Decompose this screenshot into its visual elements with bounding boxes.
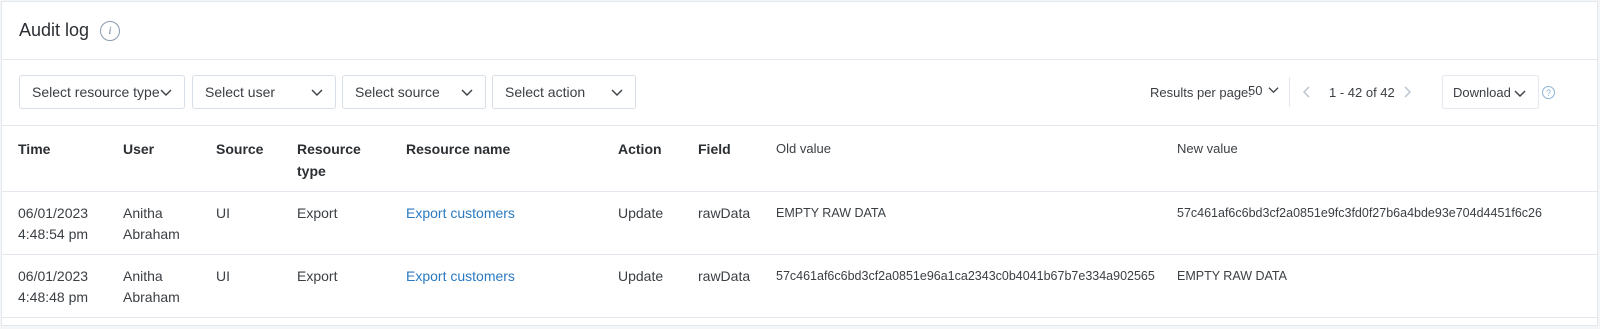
chevron-left-icon[interactable]: [1302, 85, 1312, 102]
pagination-range: 1 - 42 of 42: [1329, 85, 1395, 100]
resource-name-link[interactable]: Export customers: [406, 268, 515, 284]
cell-old-value: 57c461af6c6bd3cf2a0851e96a1ca2343c0b4041…: [776, 269, 1155, 283]
column-header-resource-name[interactable]: Resource name: [406, 138, 510, 160]
cell-source: UI: [216, 268, 230, 284]
cell-resource-type: Export: [297, 205, 338, 221]
cell-user-first: Anitha: [123, 205, 163, 221]
cell-user-last: Abraham: [123, 289, 180, 305]
source-filter-label: Select source: [355, 84, 440, 100]
resource-type-filter[interactable]: Select resource type: [19, 75, 185, 109]
user-filter[interactable]: Select user: [192, 75, 336, 109]
table-row[interactable]: 06/01/2023 4:48:54 pm Anitha Abraham UI …: [2, 192, 1597, 255]
action-filter[interactable]: Select action: [492, 75, 636, 109]
column-header-user[interactable]: User: [123, 138, 154, 160]
column-header-old-value[interactable]: Old value: [776, 138, 831, 160]
cell-time: 06/01/2023 4:48:48 pm: [18, 266, 88, 308]
download-button[interactable]: Download: [1442, 75, 1539, 109]
cell-user: Anitha Abraham: [123, 203, 180, 245]
cell-user-first: Anitha: [123, 268, 163, 284]
page-header: Audit log i: [2, 2, 1597, 60]
page-title: Audit log: [19, 20, 90, 40]
per-page-value: 50: [1248, 83, 1263, 98]
chevron-down-icon: [461, 86, 473, 98]
chevron-down-icon: [611, 86, 623, 98]
cell-time-clock: 4:48:48 pm: [18, 289, 89, 305]
cell-time-date: 06/01/2023: [18, 268, 89, 284]
cell-user-last: Abraham: [123, 226, 180, 242]
cell-time-clock: 4:48:54 pm: [18, 226, 89, 242]
toolbar-divider: [1289, 77, 1290, 107]
cell-user: Anitha Abraham: [123, 266, 180, 308]
info-icon[interactable]: i: [100, 20, 121, 41]
cell-new-value: 57c461af6c6bd3cf2a0851e9fc3fd0f27b6a4bde…: [1177, 206, 1542, 220]
table-row[interactable]: 06/01/2023 4:48:48 pm Anitha Abraham UI …: [2, 255, 1597, 318]
cell-old-value: EMPTY RAW DATA: [776, 206, 886, 220]
source-filter[interactable]: Select source: [342, 75, 486, 109]
resource-name-link[interactable]: Export customers: [406, 205, 515, 221]
cell-field: rawData: [698, 268, 751, 284]
column-header-field[interactable]: Field: [698, 138, 731, 160]
chevron-right-icon[interactable]: [1402, 85, 1412, 102]
cell-time: 06/01/2023 4:48:54 pm: [18, 203, 88, 245]
chevron-down-icon: [160, 86, 172, 98]
action-filter-label: Select action: [505, 84, 586, 100]
download-label: Download: [1453, 84, 1511, 100]
column-header-action[interactable]: Action: [618, 138, 662, 160]
table-header: Time User Source Resource type Resource …: [2, 126, 1597, 192]
help-icon[interactable]: ?: [1542, 86, 1555, 99]
cell-new-value: EMPTY RAW DATA: [1177, 269, 1287, 283]
results-per-page-select[interactable]: 50: [1248, 83, 1280, 98]
results-per-page-label: Results per page:: [1150, 85, 1252, 100]
cell-field: rawData: [698, 205, 751, 221]
cell-resource-type: Export: [297, 268, 338, 284]
column-header-time[interactable]: Time: [18, 138, 50, 160]
cell-action: Update: [618, 205, 664, 221]
chevron-down-icon: [1268, 83, 1280, 98]
audit-table: Time User Source Resource type Resource …: [2, 126, 1597, 318]
chevron-down-icon: [1514, 87, 1526, 99]
user-filter-label: Select user: [205, 84, 276, 100]
audit-log-panel: Audit log i Select resource type Select …: [1, 1, 1598, 326]
chevron-down-icon: [311, 86, 323, 98]
cell-source: UI: [216, 205, 230, 221]
column-header-resource-type[interactable]: Resource type: [297, 138, 377, 182]
column-header-new-value[interactable]: New value: [1177, 138, 1238, 160]
cell-action: Update: [618, 268, 664, 284]
column-header-source[interactable]: Source: [216, 138, 263, 160]
filter-toolbar: Select resource type Select user Select …: [2, 60, 1597, 126]
cell-time-date: 06/01/2023: [18, 205, 89, 221]
resource-type-filter-label: Select resource type: [32, 84, 160, 100]
